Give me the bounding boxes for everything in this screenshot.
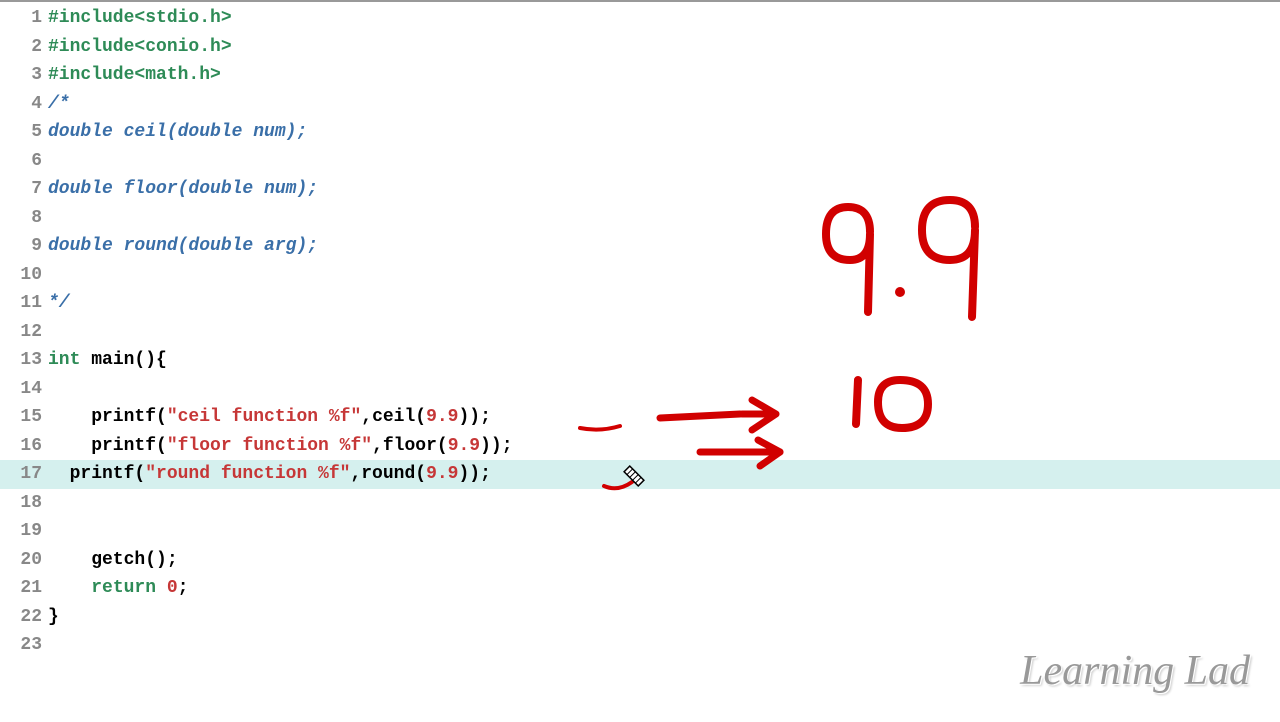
line-number: 10 — [0, 265, 48, 285]
code-line[interactable]: 3#include<math.h> — [0, 61, 1280, 90]
code-line[interactable]: 18 — [0, 489, 1280, 518]
line-number: 9 — [0, 236, 48, 256]
code-content[interactable]: #include<conio.h> — [48, 37, 1280, 57]
code-line[interactable]: 4/* — [0, 90, 1280, 119]
line-number: 11 — [0, 293, 48, 313]
code-content[interactable]: double floor(double num); — [48, 179, 1280, 199]
code-content[interactable]: */ — [48, 293, 1280, 313]
code-content[interactable]: /* — [48, 94, 1280, 114]
line-number: 3 — [0, 65, 48, 85]
code-content[interactable]: #include<math.h> — [48, 65, 1280, 85]
code-content[interactable]: printf("ceil function %f",ceil(9.9)); — [48, 407, 1280, 427]
line-number: 19 — [0, 521, 48, 541]
code-line[interactable]: 21 return 0; — [0, 574, 1280, 603]
code-line[interactable]: 9double round(double arg); — [0, 232, 1280, 261]
code-line[interactable]: 15 printf("ceil function %f",ceil(9.9)); — [0, 403, 1280, 432]
code-line[interactable]: 6 — [0, 147, 1280, 176]
code-line[interactable]: 11*/ — [0, 289, 1280, 318]
line-number: 21 — [0, 578, 48, 598]
line-number: 1 — [0, 8, 48, 28]
line-number: 7 — [0, 179, 48, 199]
line-number: 18 — [0, 493, 48, 513]
line-number: 14 — [0, 379, 48, 399]
line-number: 4 — [0, 94, 48, 114]
watermark: Learning Lad — [1020, 647, 1250, 695]
line-number: 6 — [0, 151, 48, 171]
line-number: 15 — [0, 407, 48, 427]
code-content[interactable]: double round(double arg); — [48, 236, 1280, 256]
line-number: 5 — [0, 122, 48, 142]
code-content[interactable]: getch(); — [48, 550, 1280, 570]
code-line[interactable]: 12 — [0, 318, 1280, 347]
code-line[interactable]: 22} — [0, 603, 1280, 632]
line-number: 17 — [0, 464, 48, 484]
line-number: 2 — [0, 37, 48, 57]
code-content[interactable]: int main(){ — [48, 350, 1280, 370]
code-content[interactable]: printf("floor function %f",floor(9.9)); — [48, 436, 1280, 456]
code-line[interactable]: 8 — [0, 204, 1280, 233]
code-content[interactable]: } — [48, 607, 1280, 627]
code-line[interactable]: 20 getch(); — [0, 546, 1280, 575]
line-number: 23 — [0, 635, 48, 655]
line-number: 16 — [0, 436, 48, 456]
code-line[interactable]: 14 — [0, 375, 1280, 404]
code-line[interactable]: 16 printf("floor function %f",floor(9.9)… — [0, 432, 1280, 461]
code-line[interactable]: 10 — [0, 261, 1280, 290]
code-content[interactable]: #include<stdio.h> — [48, 8, 1280, 28]
eraser-cursor-icon — [618, 460, 650, 492]
code-content[interactable]: return 0; — [48, 578, 1280, 598]
line-number: 12 — [0, 322, 48, 342]
line-number: 22 — [0, 607, 48, 627]
code-line[interactable]: 7double floor(double num); — [0, 175, 1280, 204]
code-editor[interactable]: 1#include<stdio.h>2#include<conio.h>3#in… — [0, 2, 1280, 660]
code-content[interactable]: double ceil(double num); — [48, 122, 1280, 142]
line-number: 13 — [0, 350, 48, 370]
code-line[interactable]: 2#include<conio.h> — [0, 33, 1280, 62]
code-line[interactable]: 5double ceil(double num); — [0, 118, 1280, 147]
line-number: 20 — [0, 550, 48, 570]
code-line[interactable]: 13int main(){ — [0, 346, 1280, 375]
code-content[interactable]: printf("round function %f",round(9.9)); — [48, 464, 1280, 484]
line-number: 8 — [0, 208, 48, 228]
code-line[interactable]: 19 — [0, 517, 1280, 546]
code-line[interactable]: 1#include<stdio.h> — [0, 4, 1280, 33]
